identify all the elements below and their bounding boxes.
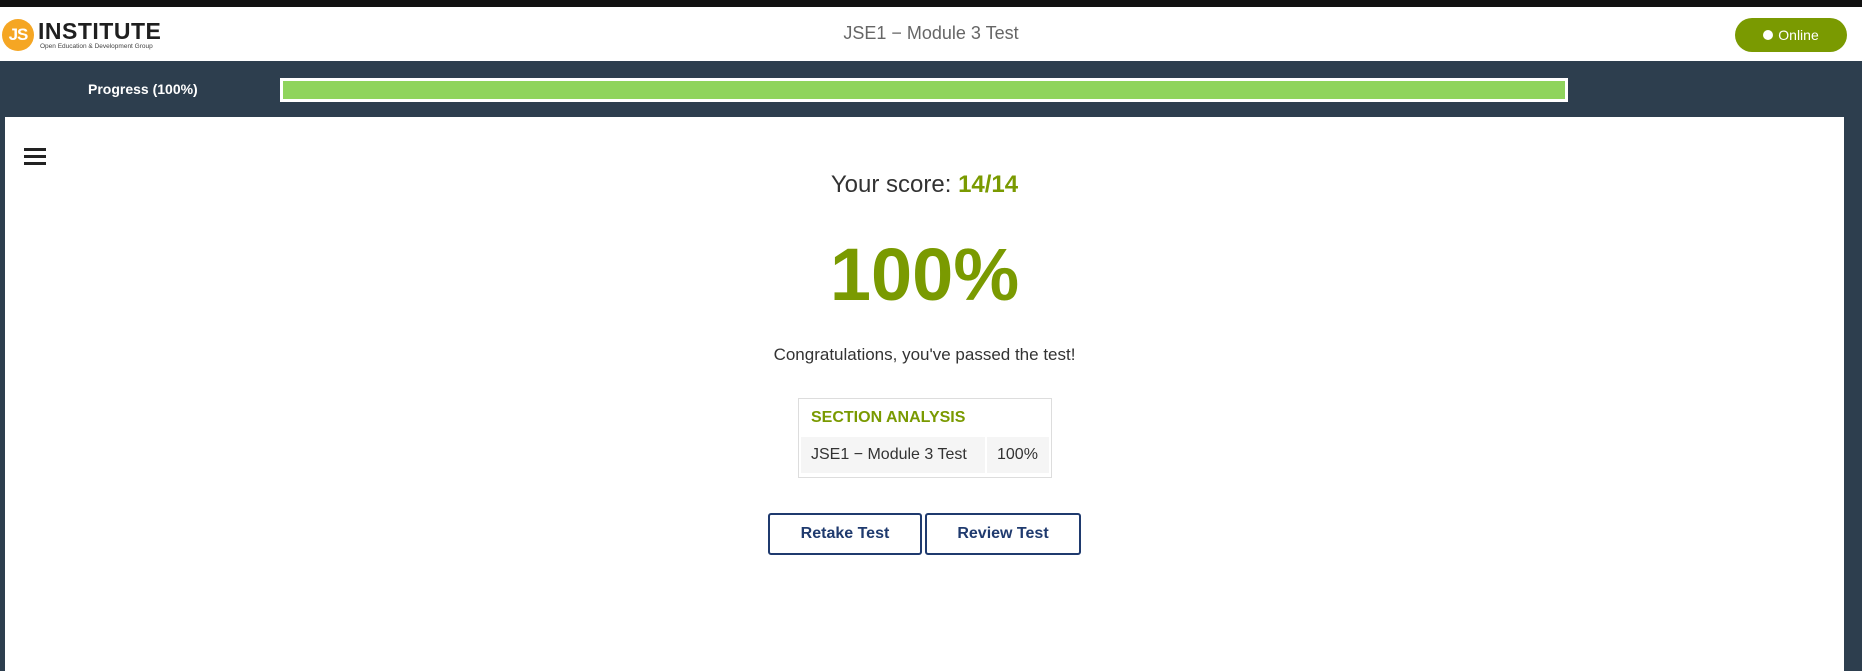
top-window-strip bbox=[0, 0, 1862, 7]
status-label: Online bbox=[1778, 27, 1819, 43]
section-analysis-table: SECTION ANALYSIS JSE1 − Module 3 Test 10… bbox=[798, 398, 1052, 478]
review-test-button[interactable]: Review Test bbox=[925, 513, 1081, 555]
header-bar: JS INSTITUTE Open Education & Developmen… bbox=[0, 7, 1862, 61]
logo-tagline: Open Education & Development Group bbox=[40, 43, 153, 50]
online-status-badge[interactable]: Online bbox=[1735, 18, 1847, 52]
score-line: Your score: 14/14 bbox=[5, 171, 1844, 199]
status-dot-icon bbox=[1763, 30, 1774, 40]
score-prefix: Your score: bbox=[830, 171, 952, 198]
retake-test-button[interactable]: Retake Test bbox=[768, 513, 922, 555]
section-analysis-title: SECTION ANALYSIS bbox=[811, 409, 966, 426]
progress-label: Progress (100%) bbox=[88, 81, 198, 97]
progress-section: Progress (100%) bbox=[0, 61, 1862, 117]
progress-bar-fill bbox=[283, 81, 1565, 99]
page-title: JSE1 − Module 3 Test bbox=[843, 23, 1019, 43]
section-name-cell: JSE1 − Module 3 Test bbox=[801, 437, 985, 473]
section-score-cell: 100% bbox=[987, 437, 1049, 473]
hamburger-menu-icon[interactable] bbox=[24, 148, 46, 166]
score-value: 14/14 bbox=[958, 171, 1019, 198]
progress-bar bbox=[280, 78, 1568, 102]
pass-message: Congratulations, you've passed the test! bbox=[773, 345, 1076, 364]
score-percent: 100% bbox=[829, 233, 1020, 316]
table-row: JSE1 − Module 3 Test 100% bbox=[801, 437, 1049, 473]
results-panel: Your score: 14/14 100% Congratulations, … bbox=[5, 117, 1844, 671]
